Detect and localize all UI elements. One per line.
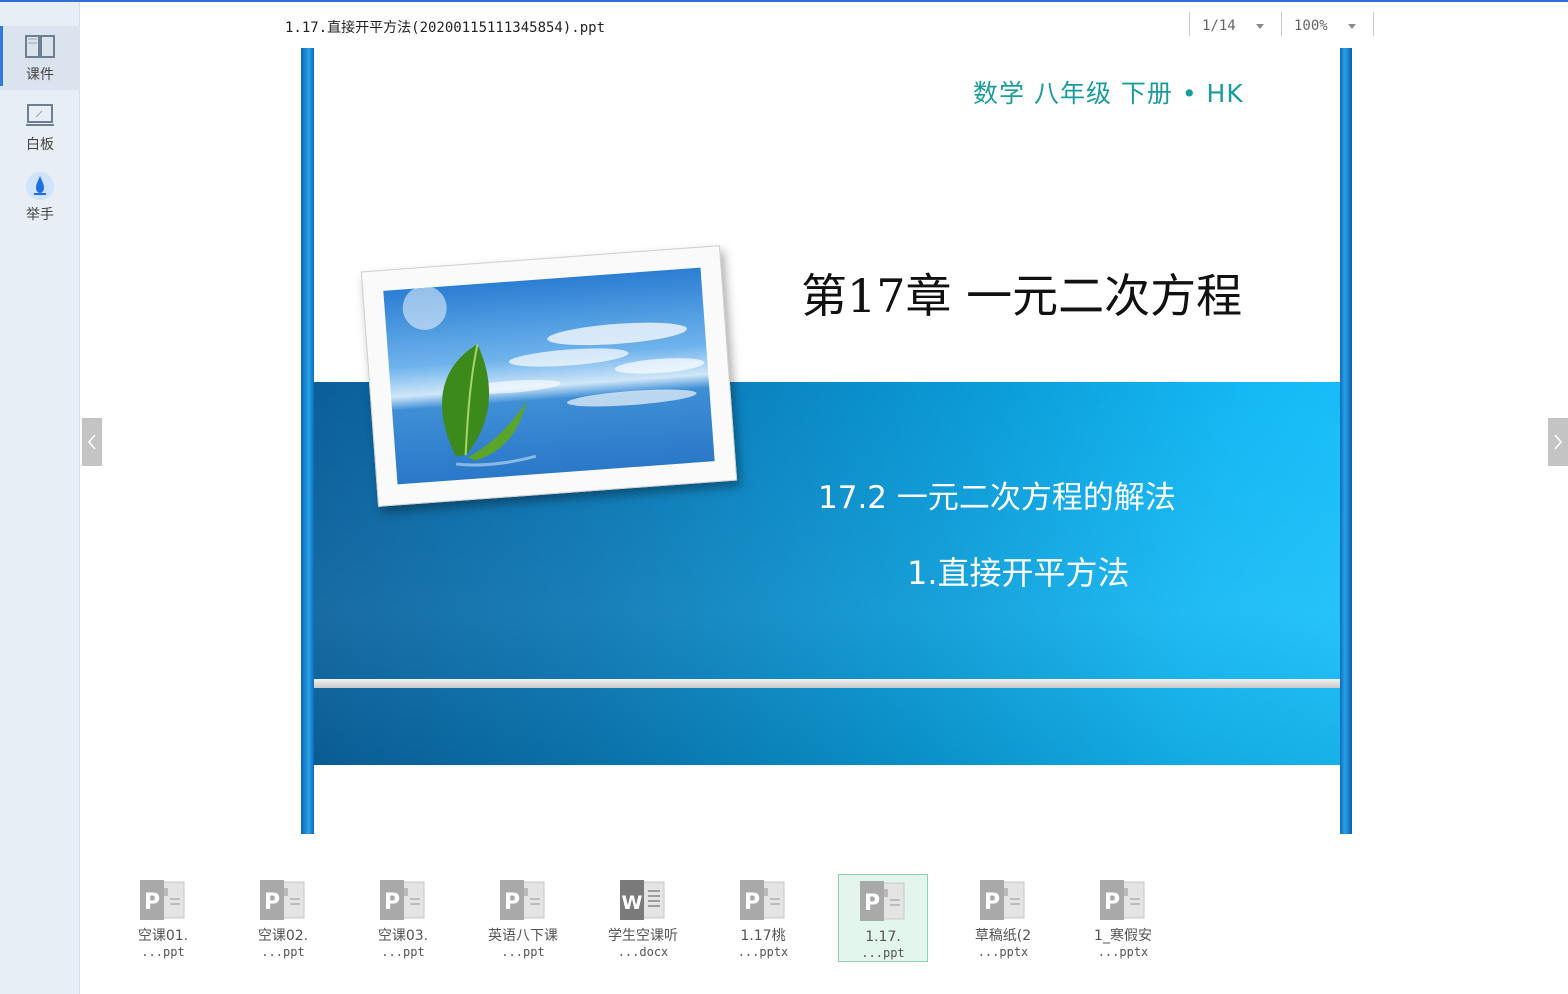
sidebar-item-courseware[interactable]: 课件 — [0, 26, 80, 90]
file-item[interactable]: P 空课03. ...ppt — [358, 874, 448, 962]
file-name: 学生空课听 — [608, 928, 678, 944]
previous-page-button[interactable] — [82, 418, 102, 466]
chevron-down-icon — [1255, 23, 1264, 29]
powerpoint-file-icon: P — [1100, 880, 1145, 920]
file-name: 英语八下课 — [488, 928, 558, 944]
file-extension: ...ppt — [501, 945, 545, 959]
slide-silver-stripe — [314, 679, 1340, 688]
sidebar-item-label: 举手 — [26, 207, 54, 223]
word-file-icon: W — [620, 880, 665, 920]
left-sidebar: 课件 白板 举手 — [0, 2, 80, 994]
sidebar-item-label: 白板 — [26, 137, 54, 153]
divider — [1281, 12, 1282, 36]
sidebar-item-whiteboard[interactable]: 白板 — [0, 96, 80, 160]
svg-text:P: P — [984, 890, 1000, 915]
svg-text:P: P — [504, 890, 520, 915]
file-item-active[interactable]: P 1.17. ...ppt — [838, 874, 928, 962]
page-indicator: 1/14 — [1202, 18, 1236, 34]
chevron-left-icon — [87, 434, 96, 450]
slide-section-title: 17.2 一元二次方程的解法 — [818, 480, 1176, 516]
svg-text:W: W — [622, 892, 643, 914]
chevron-down-icon — [1347, 23, 1356, 29]
powerpoint-file-icon: P — [140, 880, 185, 920]
svg-text:P: P — [864, 891, 880, 916]
file-name: 草稿纸(2 — [974, 928, 1032, 944]
powerpoint-file-icon: P — [860, 881, 905, 921]
zoom-level: 100% — [1294, 18, 1328, 34]
book-icon — [23, 32, 57, 60]
slide-photo-frame — [360, 245, 738, 507]
sidebar-item-raise-hand[interactable]: 举手 — [0, 166, 80, 230]
file-name: 1.17. — [865, 929, 901, 945]
file-extension: ...ppt — [141, 945, 185, 959]
sidebar-item-label: 课件 — [26, 67, 54, 83]
slide-right-bar — [1340, 48, 1352, 834]
file-name: 空课03. — [377, 928, 429, 944]
file-extension: ...docx — [617, 945, 669, 959]
file-name: 1_寒假安 — [1094, 928, 1152, 944]
file-item[interactable]: P 空课01. ...ppt — [118, 874, 208, 962]
file-extension: ...ppt — [381, 945, 425, 959]
file-item[interactable]: W 学生空课听 ...docx — [598, 874, 688, 962]
file-extension: ...pptx — [977, 945, 1029, 959]
slide-left-bar — [301, 48, 314, 834]
active-indicator — [0, 26, 3, 86]
svg-text:P: P — [744, 890, 760, 915]
powerpoint-file-icon: P — [380, 880, 425, 920]
leaf-photo — [383, 267, 715, 485]
file-item[interactable]: P 1.17桃 ...pptx — [718, 874, 808, 962]
file-item[interactable]: P 英语八下课 ...ppt — [478, 874, 568, 962]
whiteboard-icon — [23, 102, 57, 130]
powerpoint-file-icon: P — [500, 880, 545, 920]
document-header: 1.17.直接开平方法(20200115111345854).ppt 1/14 … — [80, 2, 1568, 46]
file-name: 空课02. — [257, 928, 309, 944]
slide-canvas: 数学 八年级 下册 • HK 第17章 一元二次方程 17.2 一元二次方程的解… — [301, 48, 1352, 834]
file-item[interactable]: P 草稿纸(2 ...pptx — [958, 874, 1048, 962]
file-name: 1.17桃 — [740, 928, 786, 944]
slide-subject: 数学 八年级 下册 • HK — [973, 79, 1244, 108]
file-extension: ...ppt — [261, 945, 305, 959]
svg-text:P: P — [144, 890, 160, 915]
file-name: 空课01. — [137, 928, 189, 944]
slide-chapter-title: 第17章 一元二次方程 — [801, 269, 1243, 323]
chevron-right-icon — [1554, 434, 1563, 450]
divider — [1373, 12, 1374, 36]
divider — [1189, 12, 1190, 36]
raise-hand-icon — [23, 172, 57, 200]
svg-text:P: P — [264, 890, 280, 915]
slide-lesson-title: 1.直接开平方法 — [907, 554, 1130, 592]
file-item[interactable]: P 空课02. ...ppt — [238, 874, 328, 962]
powerpoint-file-icon: P — [980, 880, 1025, 920]
file-extension: ...pptx — [737, 945, 789, 959]
zoom-selector[interactable]: 100% — [1294, 14, 1356, 38]
file-title: 1.17.直接开平方法(20200115111345854).ppt — [285, 20, 606, 36]
file-extension: ...pptx — [1097, 945, 1149, 959]
file-extension: ...ppt — [861, 946, 905, 960]
svg-text:P: P — [384, 890, 400, 915]
page-selector[interactable]: 1/14 — [1202, 14, 1264, 38]
powerpoint-file-icon: P — [740, 880, 785, 920]
svg-text:P: P — [1104, 890, 1120, 915]
powerpoint-file-icon: P — [260, 880, 305, 920]
next-page-button[interactable] — [1548, 418, 1568, 466]
file-item[interactable]: P 1_寒假安 ...pptx — [1078, 874, 1168, 962]
